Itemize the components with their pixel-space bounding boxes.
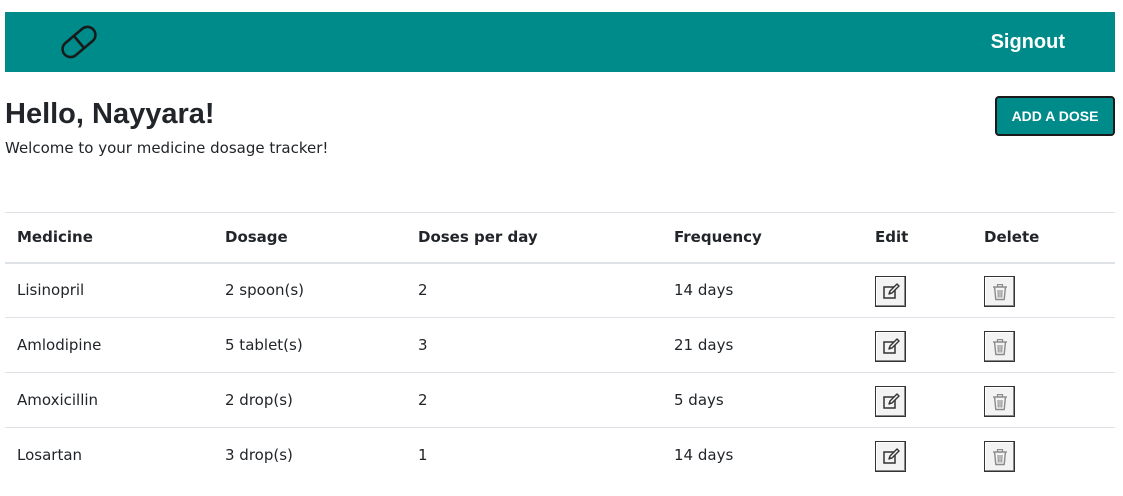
trash-icon	[993, 338, 1007, 355]
delete-button[interactable]	[984, 440, 1015, 472]
trash-icon	[993, 393, 1007, 410]
edit-icon	[883, 337, 900, 354]
column-header-doses-per-day: Doses per day	[418, 228, 538, 247]
cell-doses-per-day: 1	[418, 446, 428, 465]
column-header-dosage: Dosage	[225, 228, 288, 247]
cell-medicine: Lisinopril	[17, 281, 85, 300]
cell-dosage: 2 spoon(s)	[225, 281, 305, 300]
cell-medicine: Amlodipine	[17, 336, 102, 354]
cell-medicine: Amoxicillin	[17, 391, 99, 409]
edit-icon	[883, 448, 900, 464]
signout-link[interactable]: Signout	[991, 31, 1065, 53]
trash-icon	[993, 283, 1007, 300]
cell-frequency: 14 days	[674, 281, 734, 300]
cell-frequency: 21 days	[674, 336, 734, 354]
cell-dosage: 2 drop(s)	[225, 391, 293, 409]
table-row: Amlodipine 5 tablet(s) 3 21 days	[5, 318, 1115, 373]
cell-delete	[972, 373, 1115, 428]
table-row: Lisinopril 2 spoon(s) 2 14 days	[5, 263, 1115, 318]
edit-button[interactable]	[875, 440, 906, 472]
cell-delete	[972, 263, 1115, 318]
cell-frequency: 14 days	[674, 446, 734, 465]
page-title: Hello, Nayyara!	[5, 98, 215, 130]
table-row: Amoxicillin 2 drop(s) 2 5 days	[5, 373, 1115, 428]
edit-icon	[883, 392, 900, 409]
table-row: Losartan 3 drop(s) 1 14 days	[5, 428, 1115, 483]
cell-doses-per-day: 3	[418, 336, 428, 354]
cell-edit	[863, 318, 972, 373]
cell-edit	[863, 373, 972, 428]
top-navbar: Signout	[5, 12, 1115, 72]
edit-button[interactable]	[875, 275, 906, 307]
cell-delete	[972, 318, 1115, 373]
delete-button[interactable]	[984, 275, 1015, 307]
cell-frequency: 5 days	[674, 391, 724, 409]
cell-edit	[863, 428, 972, 483]
delete-button[interactable]	[984, 330, 1015, 362]
cell-doses-per-day: 2	[418, 391, 428, 409]
delete-button[interactable]	[984, 385, 1015, 417]
cell-dosage: 5 tablet(s)	[225, 336, 303, 354]
column-header-edit: Edit	[875, 228, 909, 247]
add-dose-button[interactable]: ADD A DOSE	[995, 96, 1115, 136]
cell-dosage: 3 drop(s)	[225, 446, 293, 465]
cell-medicine: Losartan	[17, 446, 83, 465]
pill-icon	[57, 24, 101, 60]
column-header-medicine: Medicine	[17, 228, 93, 247]
column-header-frequency: Frequency	[674, 228, 762, 247]
trash-icon	[993, 448, 1007, 465]
edit-icon	[883, 283, 900, 299]
edit-button[interactable]	[875, 385, 906, 417]
column-header-delete: Delete	[984, 228, 1040, 247]
cell-delete	[972, 428, 1115, 483]
dose-table: Medicine Dosage Doses per day Frequency …	[5, 212, 1115, 483]
edit-button[interactable]	[875, 330, 906, 362]
table-header-row: Medicine Dosage Doses per day Frequency …	[5, 212, 1115, 263]
cell-doses-per-day: 2	[418, 281, 428, 300]
page-subtitle: Welcome to your medicine dosage tracker!	[5, 139, 329, 157]
cell-edit	[863, 263, 972, 318]
